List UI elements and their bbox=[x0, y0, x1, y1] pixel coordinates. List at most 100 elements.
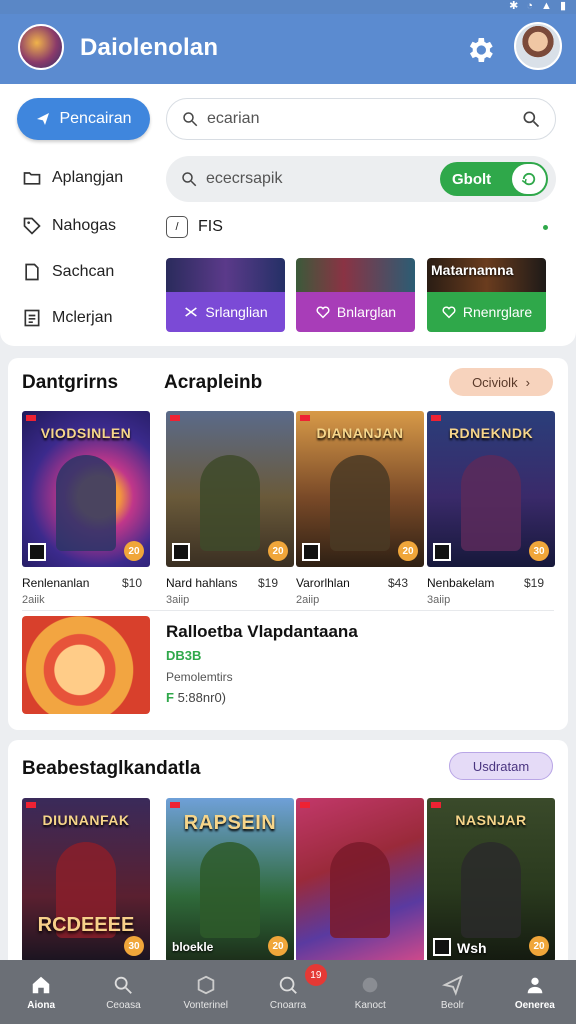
game-subtitle: 3aiip bbox=[427, 594, 451, 606]
character-figure bbox=[200, 455, 260, 551]
game-cover-1[interactable]: 20 bbox=[166, 411, 294, 567]
secondary-search-input[interactable]: ececrsapik Gbolt bbox=[166, 156, 556, 202]
sidebar-item-label: Sachcan bbox=[52, 263, 115, 280]
section-pill-button[interactable]: Usdratam bbox=[449, 752, 553, 780]
promo-bar: Rnenrglare bbox=[427, 292, 546, 332]
search-submit-icon[interactable] bbox=[521, 109, 541, 129]
cover-flag bbox=[431, 415, 441, 421]
age-badge: 20 bbox=[529, 936, 549, 956]
user-icon bbox=[527, 977, 543, 993]
folder-icon bbox=[23, 172, 41, 185]
cover-bottom-text: RCDEEEE bbox=[37, 914, 135, 936]
cover-title: NASNJAR bbox=[455, 812, 527, 828]
game-cover-7[interactable]: NASNJAR Wsh 20 bbox=[427, 798, 555, 962]
cover-flag bbox=[300, 415, 310, 421]
app-logo[interactable] bbox=[18, 24, 64, 70]
nav-label: Beolr bbox=[440, 999, 465, 1011]
cover-flag bbox=[170, 802, 180, 808]
filter-checkbox-icon[interactable]: / bbox=[166, 216, 188, 238]
age-badge: 20 bbox=[124, 541, 144, 561]
bluetooth-icon: ✱ bbox=[509, 0, 519, 12]
nav-item-library[interactable]: Vonterinel bbox=[165, 960, 247, 1024]
game-price: $10 bbox=[122, 576, 143, 590]
featured-game-image[interactable] bbox=[22, 616, 150, 714]
status-bar: ✱ ◔ ▲ ▮ bbox=[0, 0, 576, 14]
chat-icon bbox=[279, 976, 297, 994]
section-pill-button[interactable]: Ociviolk › bbox=[449, 368, 553, 396]
app-bar: Daiolenolan bbox=[0, 14, 576, 84]
nav-label: Kanoct bbox=[354, 999, 386, 1011]
game-cover-4[interactable]: DIUNANFAK RCDEEEE 30 bbox=[22, 798, 150, 962]
search-panel: Pencairan ecarian ececrsapik Gbolt Aplan… bbox=[0, 84, 576, 346]
section-title-left: Dantgrirns bbox=[22, 372, 119, 393]
cover-title: DIUNANFAK bbox=[42, 812, 130, 828]
user-avatar[interactable] bbox=[514, 22, 562, 70]
divider bbox=[22, 610, 554, 611]
featured-meta-value: 5:88nr0) bbox=[177, 690, 226, 705]
promo-card-1[interactable]: Bnlarglan bbox=[296, 258, 415, 332]
sidebar-item-2[interactable]: Sachcan bbox=[22, 262, 114, 282]
notification-badge: 19 bbox=[304, 964, 327, 986]
toggle-knob bbox=[512, 164, 546, 194]
heart-icon bbox=[442, 306, 456, 319]
nav-item-profile[interactable]: Oenerea bbox=[494, 960, 576, 1024]
game-cover-6[interactable] bbox=[296, 798, 424, 962]
game-cover-2[interactable]: DIANANJAN 20 bbox=[296, 411, 424, 567]
nav-item-send[interactable]: Beolr bbox=[411, 960, 493, 1024]
cover-bottom-text: Wsh bbox=[457, 940, 487, 956]
heart-icon bbox=[316, 306, 330, 319]
bestsellers-section: Beabestaglkandatla Usdratam DIUNANFAK RC… bbox=[8, 740, 568, 980]
sidebar-item-label: Nahogas bbox=[52, 217, 117, 234]
promo-label: Bnlarglan bbox=[336, 304, 397, 320]
character-figure bbox=[330, 455, 390, 551]
game-cover-3[interactable]: RDNEKNDK 30 bbox=[427, 411, 555, 567]
nav-item-home[interactable]: Aiona bbox=[0, 960, 82, 1024]
gear-icon[interactable] bbox=[464, 34, 496, 66]
age-badge: 20 bbox=[268, 936, 288, 956]
filter-row[interactable]: / FIS bbox=[166, 214, 556, 240]
character-figure bbox=[200, 842, 260, 938]
game-name[interactable]: Nard hahlans bbox=[166, 576, 237, 590]
nav-item-search[interactable]: Ceoasa bbox=[82, 960, 164, 1024]
nav-label: Ceoasa bbox=[106, 999, 141, 1011]
sidebar-item-1[interactable]: Nahogas bbox=[22, 216, 116, 236]
signal-icon: ▲ bbox=[541, 0, 552, 12]
game-name[interactable]: Nenbakelam bbox=[427, 576, 494, 590]
promo-card-2[interactable]: Matarnamna Rnenrglare bbox=[427, 258, 546, 332]
search-icon bbox=[182, 172, 197, 187]
rating-badge bbox=[28, 543, 46, 561]
rating-badge bbox=[433, 543, 451, 561]
list-icon bbox=[24, 309, 40, 327]
game-name[interactable]: Renlenanlan bbox=[22, 576, 89, 590]
promo-card-0[interactable]: Srlanglian bbox=[166, 258, 285, 332]
tag-icon bbox=[23, 217, 41, 235]
search-icon bbox=[115, 976, 133, 994]
promo-bar: Bnlarglan bbox=[296, 292, 415, 332]
rating-badge bbox=[172, 543, 190, 561]
nav-item-store[interactable]: Kanoct bbox=[329, 960, 411, 1024]
game-cover-5[interactable]: RAPSEIN bloekle 20 bbox=[166, 798, 294, 962]
search-toggle[interactable]: Gbolt bbox=[440, 162, 548, 196]
section-title-right: Acrapleinb bbox=[164, 372, 263, 393]
cover-flag bbox=[300, 802, 310, 808]
document-icon bbox=[25, 263, 39, 281]
search-input[interactable]: ecarian bbox=[166, 98, 556, 140]
search-input-value: ecarian bbox=[207, 110, 260, 127]
nav-item-chat[interactable]: Cnoarra 19 bbox=[247, 960, 329, 1024]
refresh-icon bbox=[521, 172, 536, 186]
circle-icon bbox=[362, 977, 378, 992]
game-subtitle: 2aiip bbox=[296, 594, 320, 606]
game-cover-0[interactable]: VIODSINLEN 20 bbox=[22, 411, 150, 567]
sidebar-item-0[interactable]: Aplangjan bbox=[22, 168, 123, 188]
primary-search-button[interactable]: Pencairan bbox=[17, 98, 150, 140]
primary-button-label: Pencairan bbox=[59, 110, 132, 127]
sidebar-item-3[interactable]: Mclerjan bbox=[22, 308, 112, 328]
game-name[interactable]: Varorlhlan bbox=[296, 576, 350, 590]
age-badge: 20 bbox=[398, 541, 418, 561]
game-price: $19 bbox=[258, 576, 279, 590]
send-icon bbox=[37, 113, 50, 125]
cover-title: RAPSEIN bbox=[183, 812, 277, 834]
featured-title[interactable]: Ralloetba Vlapdantaana bbox=[166, 622, 358, 642]
age-badge: 30 bbox=[529, 541, 549, 561]
featured-tag: DB3B bbox=[166, 648, 202, 663]
